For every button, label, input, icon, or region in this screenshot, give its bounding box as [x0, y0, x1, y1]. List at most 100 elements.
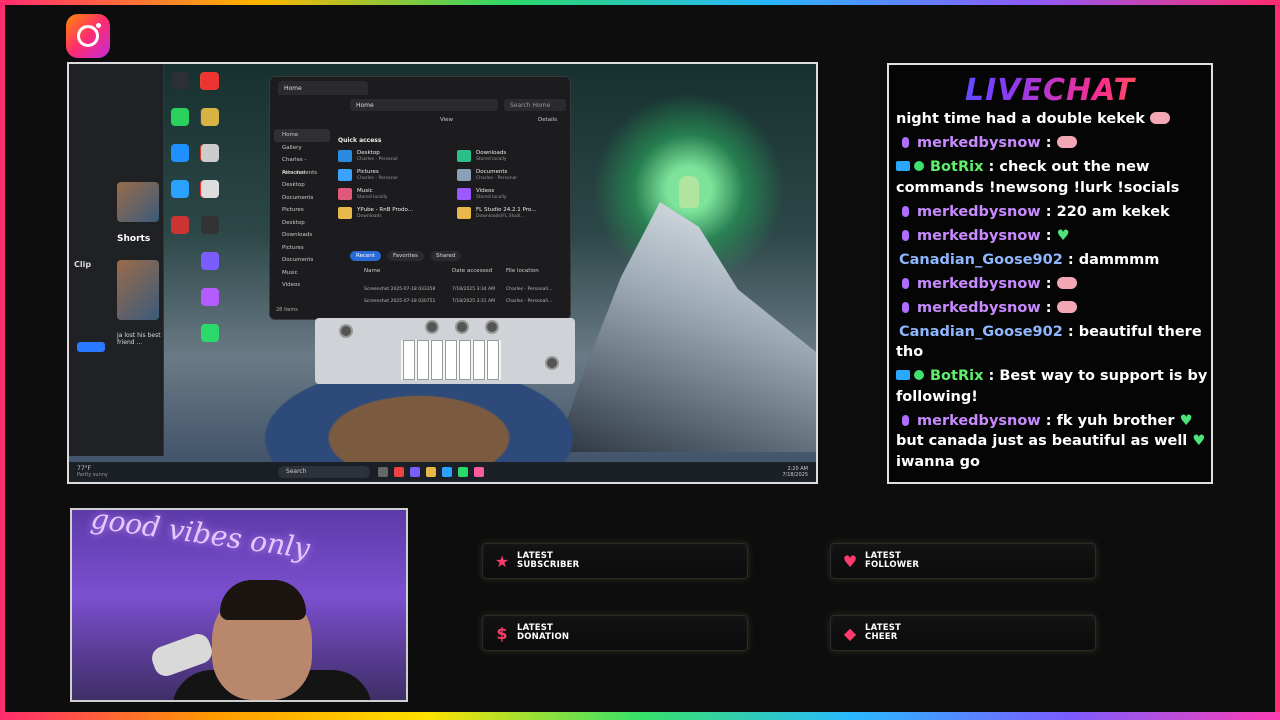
file-row[interactable]: Screenshot 2025-07-18 030751 7/18/2025 3… — [364, 299, 564, 304]
quick-access-item[interactable]: Videos Stored locally — [457, 188, 568, 200]
piano-keys[interactable] — [401, 340, 501, 380]
chat-message: Canadian_Goose902 : beautiful there tho — [896, 323, 1202, 361]
taskbar-app-icon[interactable] — [409, 467, 420, 477]
short-thumbnail[interactable] — [117, 260, 159, 320]
mic-badge-icon — [902, 414, 909, 426]
folder-icon — [457, 150, 471, 162]
quick-access-heading: Quick access — [338, 137, 382, 144]
livechat-title: LIVECHAT — [889, 73, 1211, 108]
file-explorer-window[interactable]: Home Home Search Home View Details Home … — [269, 76, 571, 320]
quick-access-item[interactable]: Music Stored locally — [338, 188, 449, 200]
quick-access-item[interactable]: YPube - RnB Prodo... Downloads — [338, 207, 449, 219]
folder-icon — [457, 207, 471, 219]
filter-recent[interactable]: Recent — [350, 251, 382, 261]
sidebar-item[interactable]: Charles - Personal — [274, 154, 330, 176]
quick-access-item[interactable]: Pictures Charles - Personal — [338, 169, 449, 181]
chat-username: Canadian_Goose902 — [899, 251, 1063, 268]
chat-username: merkedbysnow — [917, 275, 1041, 292]
taskbar-app-icon[interactable] — [425, 467, 436, 477]
sidebar-item[interactable]: Pictures — [274, 204, 330, 217]
video-thumbnail[interactable] — [117, 182, 159, 222]
quick-access-item[interactable]: FL Studio 24.2.1 Pro... Downloads\FL Stud… — [457, 207, 568, 219]
emote-icon — [1056, 136, 1077, 148]
desktop-icon[interactable] — [201, 180, 219, 198]
desktop-icon[interactable] — [201, 72, 219, 90]
taskbar-apps — [377, 467, 484, 477]
knob-control[interactable] — [485, 320, 499, 334]
file-list-header: Name Date accessed File location — [364, 268, 564, 274]
folder-icon — [457, 188, 471, 200]
sidebar-item[interactable]: Desktop — [274, 179, 330, 192]
taskbar-app-icon[interactable] — [377, 467, 388, 477]
column-name[interactable]: Name — [364, 268, 452, 274]
sidebar-item[interactable]: Videos — [274, 279, 330, 292]
mic-badge-icon — [902, 277, 909, 289]
sidebar-item[interactable]: Downloads — [274, 229, 330, 242]
knob-control[interactable] — [545, 356, 559, 370]
browser-app-panel: Shorts Clip Ja lost his best friend ... — [69, 64, 164, 456]
desktop-icon[interactable] — [171, 108, 189, 126]
search-input[interactable]: Search Home — [504, 99, 566, 111]
quick-access-item[interactable]: Desktop Charles - Personal — [338, 150, 449, 162]
desktop-icon[interactable] — [171, 216, 189, 234]
chat-message: merkedbysnow : fk yuh brother ♥ but canad… — [896, 412, 1206, 470]
desktop-icon[interactable] — [171, 72, 189, 90]
desktop-icon[interactable] — [171, 144, 189, 162]
desktop-icon[interactable] — [201, 288, 219, 306]
chat-message: BotRix : check out the new commands !new… — [896, 159, 1180, 196]
taskbar-search[interactable]: Search — [277, 466, 370, 478]
folder-icon — [457, 169, 471, 181]
taskbar-app-icon[interactable] — [441, 467, 452, 477]
knob-control[interactable] — [425, 320, 439, 334]
weather-desc: Partly sunny — [77, 471, 108, 478]
desktop-icon[interactable] — [201, 144, 219, 162]
sidebar-item[interactable]: Attachments — [274, 167, 330, 180]
sidebar-item[interactable]: Pictures — [274, 242, 330, 255]
knob-control[interactable] — [339, 324, 353, 338]
sidebar-item[interactable]: Music — [274, 267, 330, 280]
sidebar-item[interactable]: Documents — [274, 254, 330, 267]
short-caption[interactable]: Ja lost his best friend ... — [117, 332, 161, 346]
shorts-label[interactable]: Shorts — [117, 234, 150, 244]
chat-message: merkedbysnow : — [896, 298, 1208, 319]
desktop-icon[interactable] — [201, 108, 219, 126]
filter-favorites[interactable]: Favorites — [387, 251, 424, 261]
knob-control[interactable] — [455, 320, 469, 334]
explorer-tab[interactable]: Home — [278, 81, 368, 95]
bot-badge-icon — [896, 161, 910, 171]
mic-badge-icon — [902, 137, 909, 148]
heart-icon: ♥ — [842, 551, 858, 571]
column-location[interactable]: File location — [506, 268, 539, 274]
instagram-icon[interactable] — [66, 14, 110, 58]
sidebar-item[interactable]: Desktop — [274, 217, 330, 230]
chat-message: Canadian_Goose902 : dammmm — [899, 251, 1160, 268]
chat-message: merkedbysnow : — [896, 274, 1208, 295]
taskbar-clock[interactable]: 2:20 AM 7/18/2025 — [782, 466, 808, 478]
folder-icon — [338, 188, 352, 200]
filter-shared[interactable]: Shared — [429, 251, 462, 261]
file-row[interactable]: Screenshot 2025-07-18 033358 7/18/2025 3… — [364, 287, 564, 292]
column-date[interactable]: Date accessed — [452, 268, 506, 274]
synth-plugin-window[interactable] — [315, 318, 575, 384]
desktop-icon[interactable] — [201, 216, 219, 234]
sidebar-item[interactable]: Gallery — [274, 142, 330, 155]
sidebar-item[interactable]: Home — [274, 129, 330, 142]
desktop-icon[interactable] — [171, 180, 189, 198]
view-button[interactable]: View — [440, 117, 453, 123]
green-heart-icon: ♥ — [1056, 227, 1070, 244]
livechat-panel: LIVECHAT night time had a double kekek m… — [887, 63, 1213, 484]
taskbar-app-icon[interactable] — [457, 467, 468, 477]
quick-access-item[interactable]: Documents Charles - Personal — [457, 169, 568, 181]
chat-message: merkedbysnow : 220 am kekek — [896, 202, 1208, 223]
taskbar-app-icon[interactable] — [393, 467, 404, 477]
sidebar-item[interactable]: Documents — [274, 192, 330, 205]
quick-access-item[interactable]: Downloads Stored locally — [457, 150, 568, 162]
desktop-icon[interactable] — [201, 252, 219, 270]
details-button[interactable]: Details — [538, 117, 557, 123]
clip-label[interactable]: Clip — [74, 260, 91, 269]
bot-badge-icon — [896, 370, 910, 380]
address-bar[interactable]: Home — [350, 99, 498, 111]
desktop-icon[interactable] — [201, 324, 219, 342]
taskbar-app-icon[interactable] — [473, 467, 484, 477]
subscribe-button[interactable] — [77, 342, 105, 352]
